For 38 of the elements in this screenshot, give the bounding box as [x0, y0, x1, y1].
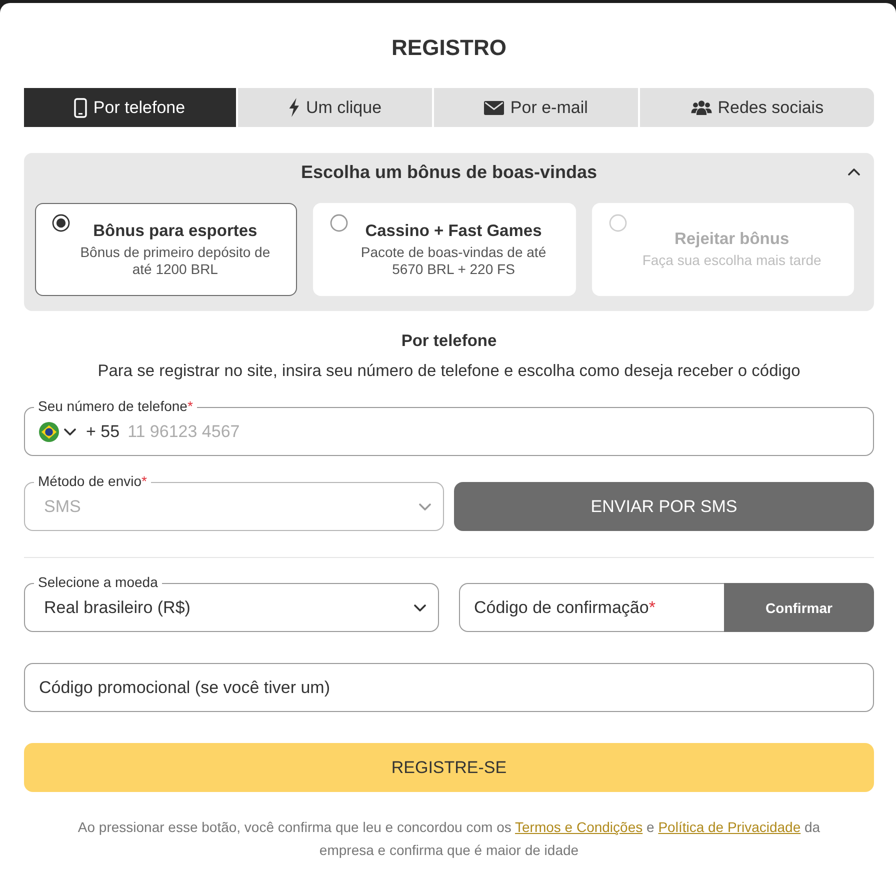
phone-icon	[74, 98, 88, 118]
radio-icon[interactable]	[330, 214, 348, 232]
bonus-title: Bônus para esportes	[93, 220, 258, 240]
country-code: + 55	[86, 422, 120, 442]
country-select[interactable]	[39, 422, 76, 442]
lightning-icon	[288, 98, 300, 117]
legal-text: Ao pressionar esse botão, você confirma que leu e concordou com os Termos e Condições e Política de Privacidade da empresa e confirma que é maior de idade	[76, 818, 822, 860]
bonus-description: Faça sua escolha mais tarde	[642, 252, 822, 269]
bonus-description: Pacote de boas-vindas de até 5670 BRL + 220 FS	[360, 244, 548, 278]
dialog-title: REGISTRO	[392, 34, 506, 62]
bonus-description: Bônus de primeiro depósito de até 1200 BRL	[79, 244, 272, 278]
bonus-option[interactable]: Cassino + Fast Games Pacote de boas-vindas de até 5670 BRL + 220 FS	[313, 203, 576, 296]
section-description: Para se registrar no site, insira seu número de telefone e escolha como deseja receber o código	[98, 361, 800, 381]
register-button[interactable]: REGISTRE-SE	[24, 743, 874, 792]
send-sms-button[interactable]: ENVIAR POR SMS	[454, 482, 874, 531]
bonus-title: Rejeitar bônus	[674, 229, 790, 249]
field-label: Seu número de telefone*	[34, 398, 197, 414]
field-label: Método de envio*	[34, 473, 151, 489]
tab[interactable]: Por e-mail	[434, 88, 638, 127]
tab[interactable]: Redes sociais	[640, 88, 874, 127]
bonus-title: Cassino + Fast Games	[365, 220, 542, 240]
bonus-toggle[interactable]: Escolha um bônus de boas-vindas	[24, 153, 874, 191]
confirmation-code-field[interactable]: Código de confirmação*	[459, 583, 724, 632]
people-icon	[690, 100, 712, 115]
envelope-icon	[484, 100, 504, 114]
chevron-down-icon	[419, 502, 431, 510]
radio-icon[interactable]	[52, 214, 70, 232]
confirm-button[interactable]: Confirmar	[724, 583, 874, 632]
phone-number-input[interactable]: 11 96123 4567	[128, 420, 859, 444]
chevron-down-icon	[414, 604, 426, 612]
field-label: Selecione a moeda	[34, 574, 162, 590]
chevron-down-icon	[64, 428, 76, 436]
bonus-option[interactable]: Bônus para esportes Bônus de primeiro depósito de até 1200 BRL	[35, 203, 298, 296]
tab[interactable]: Por telefone	[24, 88, 236, 127]
promo-code-field[interactable]: Código promocional (se você tiver um)	[24, 663, 874, 712]
brazil-flag-icon	[39, 422, 59, 442]
section-title: Por telefone	[401, 331, 497, 351]
tab[interactable]: Um clique	[238, 88, 432, 127]
